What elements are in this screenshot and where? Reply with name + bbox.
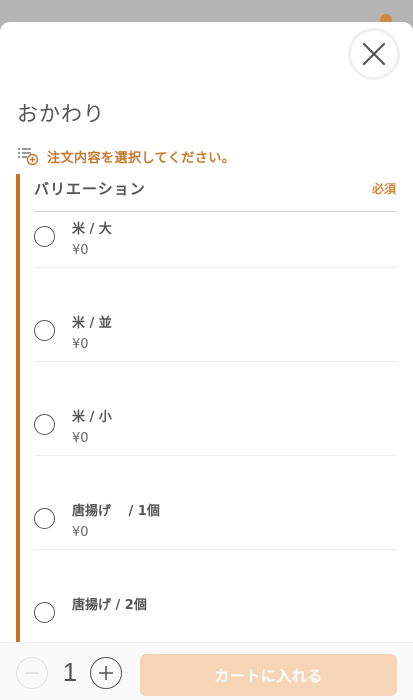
quantity-value: 1 xyxy=(62,657,78,687)
footer-bar: 1 カートに入れる xyxy=(0,642,413,700)
option-price: ¥0 xyxy=(72,431,89,446)
item-modal: おかわり 注文内容を選択してください。 バリエーション 必須 米 / 大 ¥0 xyxy=(0,22,413,700)
option-price: ¥0 xyxy=(72,525,89,540)
radio-button[interactable] xyxy=(34,226,55,247)
radio-button[interactable] xyxy=(34,602,55,623)
close-icon xyxy=(362,42,386,66)
minus-icon xyxy=(26,672,38,674)
option-price: ¥0 xyxy=(72,337,89,352)
variation-group: バリエーション 必須 米 / 大 ¥0 米 / 並 ¥0 米 / 小 ¥0 唐揚… xyxy=(16,174,402,674)
instruction: 注文内容を選択してください。 xyxy=(17,146,235,166)
option-list: 米 / 大 ¥0 米 / 並 ¥0 米 / 小 ¥0 唐揚げ / 1個 ¥0 唐… xyxy=(34,218,396,644)
option-name: 唐揚げ / 1個 xyxy=(72,504,160,519)
option-price: ¥0 xyxy=(72,243,89,258)
list-add-icon xyxy=(18,148,39,166)
option-name: 唐揚げ / 2個 xyxy=(72,598,147,613)
plus-icon xyxy=(99,666,113,680)
option-name: 米 / 小 xyxy=(72,410,112,425)
option-rice-small[interactable]: 米 / 小 ¥0 xyxy=(34,362,396,456)
radio-button[interactable] xyxy=(34,320,55,341)
option-rice-regular[interactable]: 米 / 並 ¥0 xyxy=(34,268,396,362)
decrease-quantity-button[interactable] xyxy=(16,657,48,689)
radio-button[interactable] xyxy=(34,508,55,529)
option-karaage-1[interactable]: 唐揚げ / 1個 ¥0 xyxy=(34,456,396,550)
option-name: 米 / 大 xyxy=(72,222,112,237)
instruction-text: 注文内容を選択してください。 xyxy=(47,150,236,166)
increase-quantity-button[interactable] xyxy=(90,657,122,689)
modal-title: おかわり xyxy=(17,102,105,126)
close-button[interactable] xyxy=(348,28,400,80)
option-karaage-2[interactable]: 唐揚げ / 2個 xyxy=(34,550,396,644)
option-name: 米 / 並 xyxy=(72,316,112,331)
add-to-cart-button[interactable]: カートに入れる xyxy=(140,654,397,696)
option-rice-large[interactable]: 米 / 大 ¥0 xyxy=(34,174,396,268)
group-accent-bar xyxy=(16,174,20,674)
radio-button[interactable] xyxy=(34,414,55,435)
